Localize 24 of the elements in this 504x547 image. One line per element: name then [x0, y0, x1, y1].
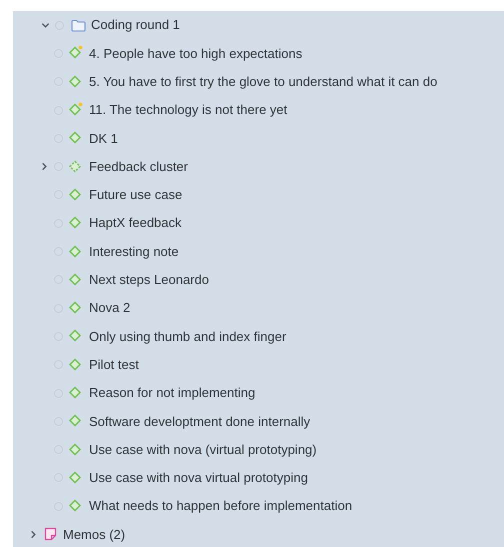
- chevron-down-icon[interactable]: [41, 20, 50, 30]
- tree-item-label[interactable]: Interesting note: [89, 242, 179, 262]
- folder-icon: [71, 18, 86, 32]
- tree-item-label[interactable]: Reason for not implementing: [89, 383, 256, 403]
- tree-item-label[interactable]: Memos (2): [63, 524, 126, 544]
- chevron-right-icon[interactable]: [40, 162, 49, 172]
- tree-item-label[interactable]: Only using thumb and index finger: [89, 326, 286, 346]
- tree-item-label[interactable]: 5. You have to first try the glove to understand what it can do: [89, 72, 438, 92]
- tree-item-label[interactable]: Future use case: [89, 185, 182, 205]
- tree-item-label[interactable]: Coding round 1: [91, 15, 180, 35]
- tree-item-label[interactable]: 11. The technology is not there yet: [89, 100, 288, 120]
- tree-item-label[interactable]: 4. People have too high expectations: [89, 44, 302, 64]
- tree-item-label[interactable]: DK 1: [89, 128, 118, 148]
- tree-item-label[interactable]: What needs to happen before implementation: [89, 496, 352, 516]
- tree-item-label[interactable]: Pilot test: [89, 354, 139, 374]
- tree-item-label[interactable]: Nova 2: [89, 298, 130, 318]
- tree-item-label[interactable]: Feedback cluster: [89, 156, 188, 176]
- tree-item-label[interactable]: Use case with nova (virtual prototyping): [89, 440, 317, 460]
- tree-item-label[interactable]: Next steps Leonardo: [89, 270, 209, 290]
- tree-item-label[interactable]: Use case with nova virtual prototyping: [89, 468, 308, 488]
- tree-item-label[interactable]: Software developtment done internally: [89, 412, 310, 432]
- memo-icon: [44, 527, 57, 542]
- tree-item-label[interactable]: HaptX feedback: [89, 213, 182, 233]
- chevron-right-icon[interactable]: [29, 530, 38, 539]
